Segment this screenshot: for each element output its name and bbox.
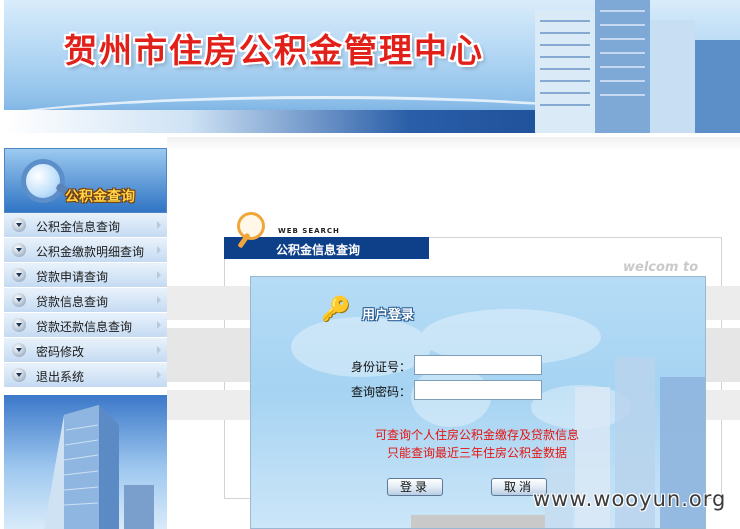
site-title: 贺州市住房公积金管理中心: [64, 31, 484, 70]
chevron-down-icon: [12, 343, 26, 357]
sidebar-item-label: 贷款申请查询: [36, 270, 109, 284]
arrow-right-icon: [157, 271, 161, 279]
chevron-down-icon: [12, 293, 26, 307]
sidebar-menu: 公积金信息查询 公积金缴款明细查询 贷款申请查询 贷款信息查询 贷款还款信息查询…: [4, 213, 167, 388]
arrow-right-icon: [157, 321, 161, 329]
sidebar-item-label: 公积金信息查询: [36, 220, 121, 234]
chevron-down-icon: [12, 318, 26, 332]
arrow-right-icon: [157, 246, 161, 254]
sidebar-item-payment-details[interactable]: 公积金缴款明细查询: [4, 238, 167, 263]
building-illustration: [44, 405, 154, 529]
watermark: www.wooyun.org: [533, 487, 727, 511]
sidebar-header: 公积金查询: [4, 148, 167, 213]
sidebar-item-label: 密码修改: [36, 345, 85, 359]
content-top-rule: [167, 137, 740, 151]
keys-icon: 🔑: [321, 295, 351, 323]
sidebar-item-label: 贷款还款信息查询: [36, 320, 133, 334]
login-button[interactable]: 登录: [387, 478, 443, 496]
sidebar-item-label: 贷款信息查询: [36, 295, 109, 309]
chevron-down-icon: [12, 218, 26, 232]
sidebar-title: 公积金查询: [65, 189, 135, 205]
magnifier-icon: [237, 212, 265, 240]
welcome-text: welcom to: [623, 260, 699, 275]
sidebar-item-change-password[interactable]: 密码修改: [4, 338, 167, 363]
chevron-down-icon: [12, 368, 26, 382]
chevron-down-icon: [12, 268, 26, 282]
gray-block: [411, 515, 545, 528]
arrow-right-icon: [157, 371, 161, 379]
id-number-input[interactable]: [414, 355, 542, 375]
password-label: 查询密码：: [351, 385, 412, 399]
arrow-right-icon: [157, 346, 161, 354]
id-number-label: 身份证号：: [351, 360, 412, 374]
notice-line-1: 可查询个人住房公积金缴存及贷款信息: [375, 428, 580, 442]
sidebar-item-loan-repayment[interactable]: 贷款还款信息查询: [4, 313, 167, 338]
notice-line-2: 只能查询最近三年住房公积金数据: [387, 446, 568, 460]
sidebar-building-image: [4, 395, 167, 529]
sidebar-item-fund-info[interactable]: 公积金信息查询: [4, 213, 167, 238]
arrow-right-icon: [157, 221, 161, 229]
login-title: 用户登录: [362, 308, 415, 323]
sidebar-item-label: 退出系统: [36, 370, 85, 384]
section-title: 公积金信息查询: [276, 243, 361, 257]
chevron-down-icon: [12, 243, 26, 257]
arrow-right-icon: [157, 296, 161, 304]
web-search-caption: WEB SEARCH: [278, 227, 340, 235]
header-banner: 贺州市住房公积金管理中心: [4, 0, 740, 133]
magnifier-icon: [21, 159, 65, 203]
sidebar-item-loan-application[interactable]: 贷款申请查询: [4, 263, 167, 288]
skyline-image: [535, 0, 740, 133]
sidebar-item-label: 公积金缴款明细查询: [36, 245, 145, 259]
sidebar-item-loan-info[interactable]: 贷款信息查询: [4, 288, 167, 313]
password-input[interactable]: [414, 380, 542, 400]
sidebar-item-logout[interactable]: 退出系统: [4, 363, 167, 388]
